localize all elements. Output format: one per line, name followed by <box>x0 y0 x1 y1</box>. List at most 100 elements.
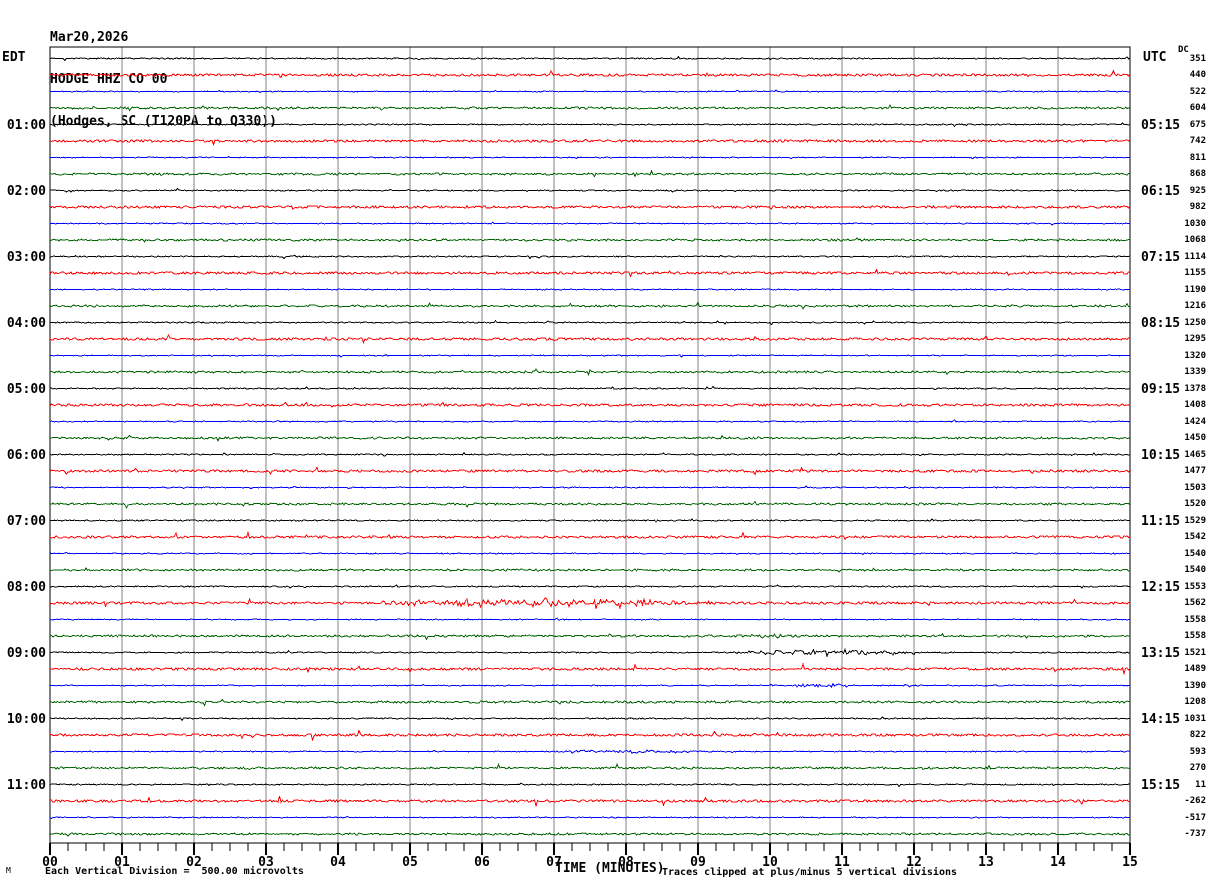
dc-value: 270 <box>1189 763 1206 773</box>
seismo-trace <box>49 419 1131 423</box>
left-time-label: 02:00 <box>6 183 46 199</box>
dc-value: 1529 <box>1184 515 1206 526</box>
seismo-trace <box>49 485 1131 490</box>
x-axis-tick-label: 04 <box>330 855 346 870</box>
dc-value: 1489 <box>1184 664 1206 674</box>
seismo-trace <box>49 566 1131 573</box>
dc-value: 1521 <box>1184 647 1206 658</box>
dc-value: 1295 <box>1184 334 1206 344</box>
seismo-trace <box>49 333 1131 345</box>
dc-value: 440 <box>1189 70 1206 80</box>
dc-value: 1339 <box>1184 367 1206 377</box>
dc-value: 522 <box>1189 86 1206 97</box>
seismo-trace <box>49 204 1131 211</box>
left-time-label: 09:00 <box>6 645 46 661</box>
seismo-trace <box>49 832 1131 837</box>
seismo-trace <box>49 632 1131 641</box>
left-time-label: 03:00 <box>6 249 46 265</box>
x-axis-title: TIME (MINUTES) <box>555 861 665 876</box>
dc-value: 868 <box>1189 169 1206 179</box>
dc-value: 1250 <box>1184 317 1206 328</box>
seismo-trace <box>49 795 1131 807</box>
dc-value: 1320 <box>1184 350 1206 361</box>
seismo-trace <box>49 749 1131 754</box>
dc-value: 1558 <box>1184 631 1206 641</box>
seismo-trace <box>49 254 1131 260</box>
x-axis-tick-label: 15 <box>1122 855 1138 870</box>
dc-value: 1540 <box>1184 548 1206 559</box>
dc-value: 925 <box>1189 185 1206 196</box>
seismo-trace <box>49 138 1131 147</box>
seismo-trace <box>49 617 1131 621</box>
dc-value: 1390 <box>1184 680 1206 691</box>
seismo-trace <box>49 169 1131 178</box>
seismo-trace <box>49 237 1131 243</box>
seismo-trace <box>49 729 1131 742</box>
seismo-trace <box>49 466 1131 476</box>
left-time-label: 08:00 <box>6 579 46 595</box>
dc-value: 1558 <box>1184 614 1206 625</box>
dc-value: 1114 <box>1184 251 1206 262</box>
seismo-trace <box>49 122 1131 128</box>
left-time-label: 05:00 <box>6 381 46 397</box>
dc-value: 675 <box>1189 119 1206 130</box>
seismo-trace <box>49 716 1131 722</box>
dc-value: 1424 <box>1184 416 1206 427</box>
left-time-label: 01:00 <box>6 117 46 133</box>
dc-value: 351 <box>1189 53 1206 64</box>
watermark-glyph: M <box>6 866 11 875</box>
dc-value: 1465 <box>1184 449 1206 460</box>
seismo-trace <box>49 662 1131 676</box>
left-time-label: 11:00 <box>6 777 46 793</box>
seismo-trace <box>49 268 1131 278</box>
seismo-trace <box>49 518 1131 523</box>
seismo-trace <box>49 763 1131 771</box>
dc-value: 1378 <box>1184 383 1206 394</box>
x-axis-tick-label: 13 <box>978 855 994 870</box>
dc-value: -517 <box>1184 812 1206 823</box>
dc-value: 1503 <box>1184 482 1206 493</box>
seismo-trace <box>49 385 1131 391</box>
seismo-trace <box>49 597 1131 610</box>
clip-note: Traces clipped at plus/minus 5 vertical … <box>662 867 958 878</box>
helicorder-page: Mar20,2026 HODGE HHZ CO 00 (Hodges, SC (… <box>0 0 1210 886</box>
left-time-label: 10:00 <box>6 711 46 727</box>
x-axis-tick-label: 14 <box>1050 855 1066 870</box>
seismo-trace <box>49 187 1131 193</box>
dc-value: 1553 <box>1184 581 1206 592</box>
seismo-trace <box>49 221 1131 226</box>
dc-value: 982 <box>1189 202 1206 212</box>
seismo-trace <box>49 434 1131 443</box>
seismo-trace <box>49 89 1131 93</box>
x-axis-tick-label: 05 <box>402 855 418 870</box>
dc-value: 1542 <box>1184 532 1206 542</box>
seismo-trace <box>49 69 1131 79</box>
seismo-trace <box>50 156 1131 160</box>
dc-value: 1216 <box>1184 301 1206 311</box>
scale-note: Each Vertical Division = 500.00 microvol… <box>45 866 304 877</box>
x-axis-tick-label: 06 <box>474 855 490 870</box>
dc-value: 1030 <box>1184 218 1206 229</box>
seismo-trace <box>49 584 1130 589</box>
dc-value: 604 <box>1189 103 1206 113</box>
dc-value: -262 <box>1184 796 1206 806</box>
dc-value: 1031 <box>1184 713 1206 724</box>
dc-value: -737 <box>1184 829 1206 839</box>
dc-value: 822 <box>1189 730 1206 740</box>
seismo-trace <box>49 319 1131 326</box>
left-time-label: 04:00 <box>6 315 46 331</box>
dc-value: 742 <box>1189 136 1206 146</box>
dc-value: 1520 <box>1184 499 1206 509</box>
seismo-trace <box>49 530 1131 541</box>
helicorder-plot <box>49 46 1131 855</box>
seismo-trace <box>49 301 1131 311</box>
dc-value: 11 <box>1195 779 1206 790</box>
left-time-label: 06:00 <box>6 447 46 463</box>
dc-value: 1068 <box>1184 235 1206 245</box>
seismo-trace <box>49 288 1131 291</box>
seismo-trace <box>49 353 1131 358</box>
seismo-trace <box>49 500 1131 510</box>
seismo-trace <box>49 815 1131 820</box>
seismo-trace <box>49 782 1130 788</box>
seismo-trace <box>49 551 1131 556</box>
